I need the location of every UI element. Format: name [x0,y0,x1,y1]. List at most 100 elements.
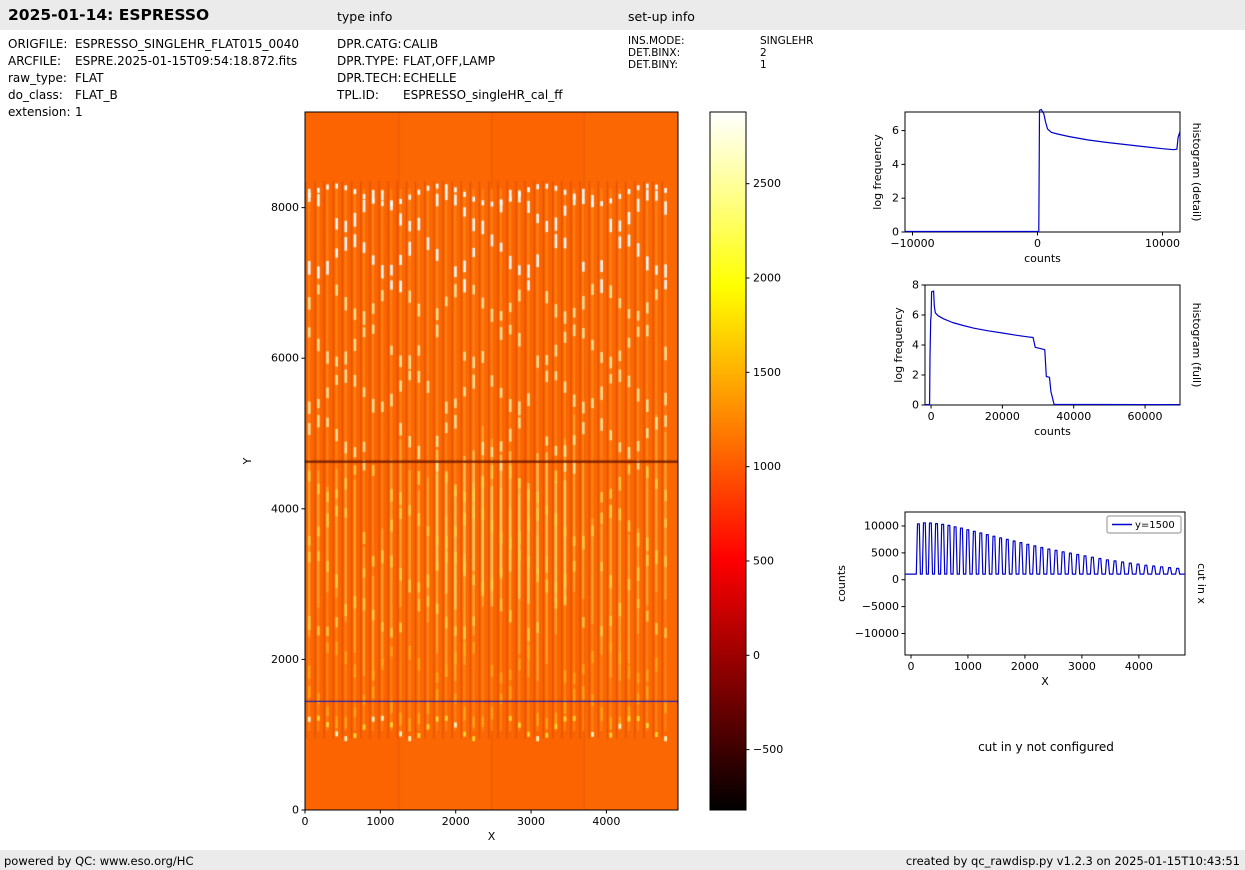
qc-report-page: 2025-01-14: ESPRESSO type info set-up in… [0,0,1245,870]
y-tick-label: 0 [912,399,919,412]
colorbar-tick-label: −500 [753,743,783,756]
x-tick-label: 10000 [1145,237,1180,250]
colorbar-tick-label: 1000 [753,460,781,473]
x-axis-label: counts [1024,252,1061,265]
plot-frame [924,284,1181,406]
colorbar-gradient [710,112,746,810]
cut-in-y-message: cut in y not configured [978,740,1114,754]
right-axis-label: cut in x [1195,563,1208,604]
x-tick-label: 1000 [366,815,394,828]
info-row: DET.BINX: 2 [628,47,813,59]
x-tick-label: 2000 [1011,660,1039,673]
legend: y=1500 [1106,515,1182,534]
info-row: ARCFILE: ESPRE.2025-01-15T09:54:18.872.fi… [8,53,299,70]
info-value: ESPRE.2025-01-15T09:54:18.872.fits [75,54,298,68]
x-tick-label: 40000 [1056,410,1091,423]
y-tick-label: 4 [892,158,899,171]
y-tick-label: 0 [892,573,899,586]
info-label: ARCFILE: [8,54,62,68]
right-axis-label: histogram (detail) [1190,123,1203,222]
info-value: FLAT [75,71,104,85]
info-label: extension: [8,105,71,119]
info-value: ESPRESSO_SINGLEHR_FLAT015_0040 [75,37,300,51]
info-value: 1 [75,105,83,119]
y-tick-label: 10000 [864,519,899,532]
report-title: 2025-01-14: ESPRESSO [8,6,210,24]
y-tick-label: 2 [912,369,919,382]
x-tick-label: 0 [907,660,914,673]
info-row: TPL.ID: ESPRESSO_singleHR_cal_ff [337,87,562,104]
info-row: DET.BINY: 1 [628,59,813,71]
info-label: TPL.ID: [337,88,379,102]
y-tick-label: 2 [892,192,899,205]
data-series [925,290,1181,406]
x-tick-label: 3000 [517,815,545,828]
x-axis-label: X [488,830,496,843]
y-tick-label: 6 [892,124,899,137]
info-value: CALIB [403,37,439,51]
y-tick-label: 8 [912,279,919,292]
x-tick-label: 3000 [1068,660,1096,673]
footer-powered-by: powered by QC: www.eso.org/HC [4,854,194,868]
plot-frame [904,511,1186,656]
info-row: ORIGFILE: ESPRESSO_SINGLEHR_FLAT015_0040 [8,36,299,53]
info-value: ESPRESSO_singleHR_cal_ff [403,88,563,102]
footer-created-by: created by qc_rawdisp.py v1.2.3 on 2025-… [905,854,1240,868]
info-row: DPR.CATG:CALIB [337,36,562,53]
info-row: DPR.TYPE: FLAT,OFF,LAMP [337,53,562,70]
info-value: 2 [760,47,767,59]
colorbar-tick-label: 1500 [753,366,781,379]
x-axis-label: counts [1034,425,1071,438]
data-series [905,108,1181,233]
histogram-full-plot: 0 20000 40000 60000 0 2 4 6 8 counts log frequency… [892,279,1203,439]
colorbar-tick-label: 0 [753,649,760,662]
header-bar: 2025-01-14: ESPRESSO type info set-up in… [0,0,1245,30]
info-row: DPR.TECH:ECHELLE [337,70,562,87]
x-tick-label: 0 [302,815,309,828]
data-series [905,522,1185,575]
setup-info-block: INS.MODE: SINGLEHR DET.BINX: 2 DET.BINY: 1 [628,35,813,71]
y-tick-label: −5000 [862,600,899,613]
footer-bar: powered by QC: www.eso.org/HC created by… [0,850,1245,870]
info-label: DET.BINY: [628,59,678,71]
info-row: raw_type: FLAT [8,70,299,87]
y-tick-label: 6000 [271,352,299,365]
histogram-detail-plot: −10000 0 100000246countslog frequency histo… [871,108,1203,265]
y-tick-label: 0 [292,804,299,817]
x-tick-label: 4000 [592,815,620,828]
info-row: extension: 1 [8,104,299,121]
y-tick-label: 0 [892,226,899,239]
y-tick-label: 2000 [271,653,299,666]
colorbar-tick-label: 500 [753,554,774,567]
legend-label: y=1500 [1135,520,1175,531]
info-row: INS.MODE: SINGLEHR [628,35,813,47]
colorbar-tick-label: 2000 [753,272,781,285]
x-tick-label: −10000 [890,237,934,250]
type-info-heading: type info [337,9,393,24]
setup-info-heading: set-up info [628,9,695,24]
raw-image-canvas [305,112,678,810]
y-axis-label: counts [835,565,848,602]
info-label: do_class: [8,88,63,102]
info-value: 1 [760,59,767,71]
y-tick-label: 8000 [271,201,299,214]
info-label: raw_type: [8,71,67,85]
y-tick-label: 6 [912,309,919,322]
y-axis-label: Y [241,457,254,465]
right-axis-label: histogram (full) [1190,303,1203,388]
file-info-block: ORIGFILE: ESPRESSO_SINGLEHR_FLAT015_0040 A… [8,36,299,121]
y-axis-label: log frequency [892,307,905,383]
x-axis-label: X [1041,675,1049,688]
info-value: FLAT_B [75,88,118,102]
info-label: DPR.TYPE: [337,54,399,68]
x-tick-label: 0 [928,410,935,423]
info-value: FLAT,OFF,LAMP [403,54,496,68]
cut-in-x-plot: 0 1000 2000 3000 4000 −10000 −5000 0 5000 10000 Xc… [835,511,1208,688]
info-label: DPR.TECH: [337,71,402,85]
legend-box [1106,515,1182,534]
info-label: DET.BINX: [628,47,681,59]
y-tick-label: 4000 [271,502,299,515]
info-label: ORIGFILE: [8,37,68,51]
x-tick-label: 1000 [954,660,982,673]
x-tick-label: 0 [1034,237,1041,250]
